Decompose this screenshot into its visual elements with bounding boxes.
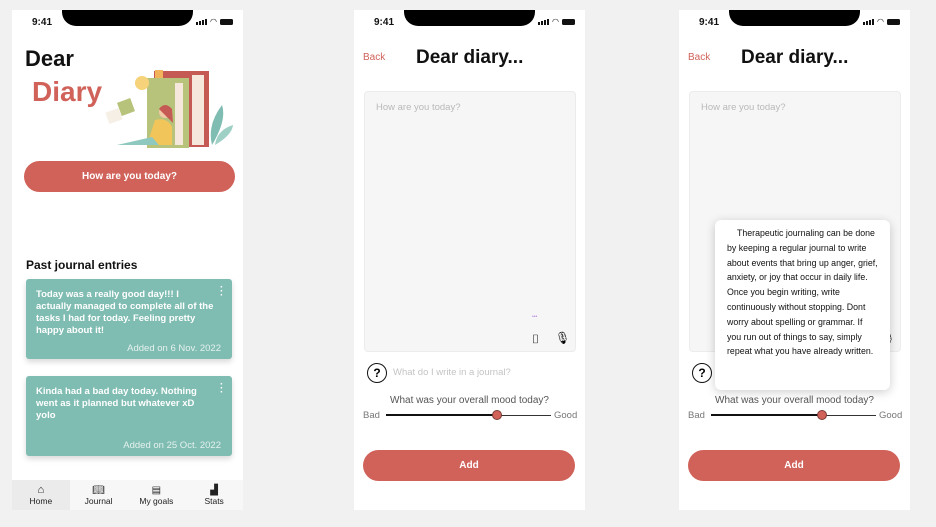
goals-icon: ▤ [151, 484, 162, 496]
entry-text: Kinda had a bad day today. Nothing went … [36, 386, 197, 421]
nav-label: My goals [139, 495, 174, 506]
status-icons: ◠ [863, 17, 900, 26]
help-icon[interactable]: ? [367, 363, 387, 383]
wifi-icon: ◠ [552, 17, 559, 26]
nav-my-goals[interactable]: ▤ My goals [128, 480, 186, 510]
section-title: Past journal entries [26, 258, 138, 272]
signal-icon [196, 18, 208, 25]
status-icons: ◠ [196, 17, 233, 26]
mood-good-label: Good [879, 410, 903, 421]
help-icon[interactable]: ? [692, 363, 712, 383]
status-time: 9:41 [374, 17, 395, 28]
reading-illustration [105, 70, 233, 148]
bottom-nav: ⌂ Home 📖︎ Journal ▤ My goals ▟ Stats [12, 480, 243, 510]
journaling-tip-popup: Therapeutic journaling can be done by ke… [715, 220, 890, 390]
battery-icon [220, 18, 233, 25]
mood-slider[interactable] [711, 410, 876, 420]
status-time: 9:41 [699, 17, 720, 28]
more-options-icon[interactable]: · · · [220, 380, 223, 398]
slider-fill [711, 414, 822, 416]
status-time: 9:41 [32, 17, 53, 28]
notch [62, 10, 193, 26]
stats-icon: ▟ [210, 484, 218, 496]
how-are-you-button[interactable]: How are you today? [24, 161, 235, 192]
nav-label: Journal [84, 495, 113, 506]
nav-journal[interactable]: 📖︎ Journal [70, 480, 128, 510]
app-title-dear: Dear [25, 46, 74, 71]
signal-icon [863, 18, 875, 25]
add-button[interactable]: Add [688, 450, 900, 481]
entry-placeholder: How are you today? [701, 102, 786, 113]
wifi-icon: ◠ [877, 17, 884, 26]
entry-date: Added on 6 Nov. 2022 [127, 343, 221, 354]
camera-icon[interactable]: ⌷ [532, 332, 539, 347]
book-icon: 📖︎ [92, 484, 105, 496]
slider-fill [386, 414, 497, 416]
nav-label: Home [29, 496, 53, 506]
entry-textarea[interactable]: How are you today? ••• ⌷ 🎙︎ [364, 91, 576, 352]
nav-stats[interactable]: ▟ Stats [185, 480, 243, 510]
add-button[interactable]: Add [363, 450, 575, 481]
mood-question: What was your overall mood today? [390, 395, 549, 406]
back-button[interactable]: Back [363, 52, 385, 63]
page-title: Dear diary... [416, 47, 524, 68]
app-title-diary: Diary [32, 76, 103, 107]
mood-slider[interactable] [386, 410, 551, 420]
new-entry-screen: 9:41 ◠ Back Dear diary... How are you to… [354, 10, 585, 510]
entry-text: Today was a really good day!!! I actuall… [36, 289, 214, 336]
mood-question: What was your overall mood today? [715, 395, 874, 406]
status-icons: ◠ [538, 17, 575, 26]
signal-icon [538, 18, 550, 25]
page-title: Dear diary... [741, 47, 849, 68]
home-screen: 9:41 ◠ Dear Diary How are you today? Pas… [12, 10, 243, 510]
back-button[interactable]: Back [688, 52, 710, 63]
slider-knob[interactable] [491, 410, 502, 420]
home-icon: ⌂ [37, 484, 45, 496]
entry-placeholder: How are you today? [376, 102, 461, 113]
battery-icon [887, 18, 900, 25]
wifi-icon: ◠ [210, 17, 217, 26]
dots-indicator: ••• [532, 314, 538, 320]
entry-date: Added on 25 Oct. 2022 [123, 440, 221, 451]
mood-bad-label: Bad [688, 410, 705, 421]
battery-icon [562, 18, 575, 25]
notch [729, 10, 860, 26]
journal-entry-card[interactable]: Kinda had a bad day today. Nothing went … [26, 376, 232, 456]
mood-bad-label: Bad [363, 410, 380, 421]
slider-knob[interactable] [816, 410, 827, 420]
mood-good-label: Good [554, 410, 578, 421]
notch [404, 10, 535, 26]
nav-home[interactable]: ⌂ Home [12, 480, 70, 510]
more-options-icon[interactable]: · · · [220, 283, 223, 301]
help-link[interactable]: What do I write in a journal? [393, 367, 511, 378]
new-entry-screen-with-tip: 9:41 ◠ Back Dear diary... How are you to… [679, 10, 910, 510]
journal-entry-card[interactable]: Today was a really good day!!! I actuall… [26, 279, 232, 359]
nav-label: Stats [204, 495, 224, 506]
microphone-icon[interactable]: 🎙︎ [555, 331, 570, 345]
